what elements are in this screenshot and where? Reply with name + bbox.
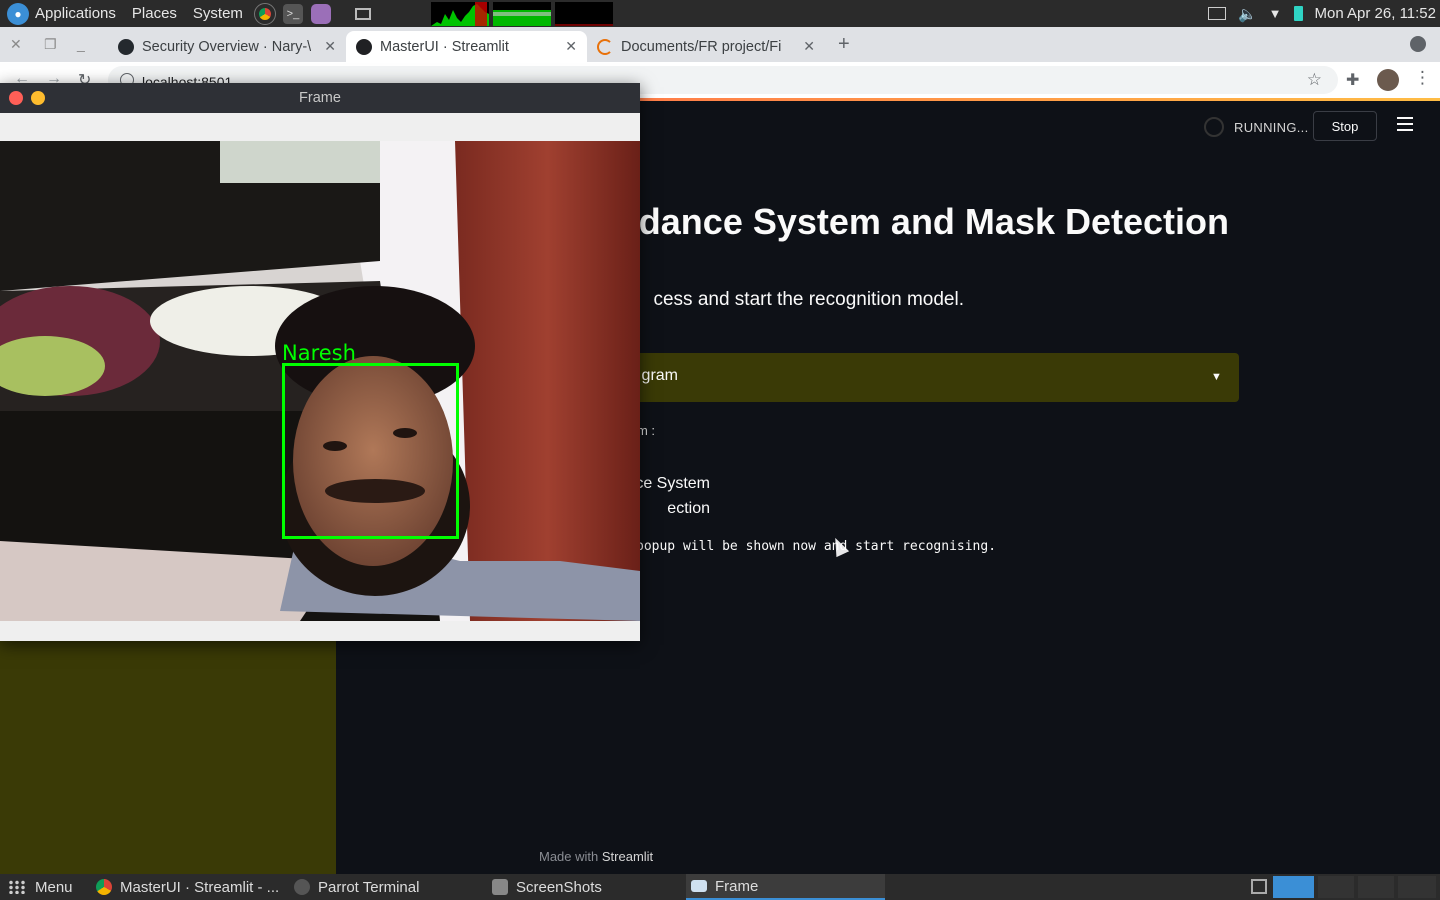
taskbar-item-label: ScreenShots <box>516 878 602 896</box>
bookmark-star-icon[interactable]: ☆ <box>1307 70 1322 90</box>
parrot-logo-icon[interactable]: ● <box>7 2 29 25</box>
cpu-monitor-graph <box>430 1 489 26</box>
tab-close-icon[interactable]: ✕ <box>803 38 815 55</box>
stop-button[interactable]: Stop <box>1313 111 1377 141</box>
folder-icon <box>492 879 508 895</box>
window-restore-icon[interactable]: ❐ <box>44 36 57 53</box>
memory-monitor-graph <box>492 1 551 26</box>
window-close-icon[interactable]: ✕ <box>10 36 22 53</box>
terminal-icon <box>294 879 310 895</box>
workspace-4-thumbnail[interactable] <box>1398 876 1436 898</box>
running-status: RUNNING... <box>1234 120 1309 135</box>
footer-streamlit-link[interactable]: Streamlit <box>602 849 653 864</box>
workspace-2-thumbnail[interactable] <box>1318 876 1354 898</box>
system-top-panel: ● Applications Places System >_ 🔈 ▼ Mon … <box>0 0 1440 27</box>
keyboard-icon[interactable] <box>1207 7 1226 20</box>
frame-statusbar <box>0 621 640 641</box>
taskbar-item-label: Parrot Terminal <box>318 878 420 896</box>
running-icon <box>1204 117 1224 137</box>
tab-close-icon[interactable]: ✕ <box>565 38 577 55</box>
streamlit-icon <box>356 38 372 55</box>
menu-system[interactable]: System <box>193 5 243 22</box>
github-icon <box>118 38 134 55</box>
battery-icon[interactable] <box>1293 6 1303 21</box>
show-desktop-icon[interactable] <box>354 7 371 20</box>
taskbar-item-screenshots[interactable]: ScreenShots <box>492 874 682 900</box>
tab-documents-fr-project[interactable]: Documents/FR project/Fi ✕ <box>587 31 825 62</box>
webcam-feed: Naresh <box>0 141 640 621</box>
tab-search-icon[interactable] <box>1410 36 1426 52</box>
tab-security-overview[interactable]: Security Overview · Nary-\ ✕ <box>108 31 346 62</box>
workspace-3-thumbnail[interactable] <box>1358 876 1394 898</box>
chrome-launcher-icon[interactable] <box>253 2 276 25</box>
tab-label: Documents/FR project/Fi <box>621 38 782 55</box>
wifi-icon[interactable]: ▼ <box>1269 6 1282 21</box>
frame-title: Frame <box>299 90 341 106</box>
taskbar-item-label: Frame <box>715 877 759 895</box>
bottom-taskbar: Menu MasterUI · Streamlit - ... Parrot T… <box>0 874 1440 900</box>
made-with-streamlit-footer: Made with Streamlit <box>539 849 653 864</box>
terminal-launcher-icon[interactable]: >_ <box>282 3 303 24</box>
taskbar-item-label: MasterUI · Streamlit - ... <box>120 878 280 896</box>
window-minimize-icon[interactable]: _ <box>77 36 85 52</box>
clock[interactable]: Mon Apr 26, 11:52 <box>1315 5 1436 22</box>
tab-masterui-streamlit[interactable]: MasterUI · Streamlit ✕ <box>346 31 587 62</box>
tab-label: MasterUI · Streamlit <box>380 38 509 55</box>
frame-toolbar <box>0 113 640 141</box>
volume-icon[interactable]: 🔈 <box>1238 5 1257 23</box>
chevron-down-icon[interactable]: ▼ <box>1211 371 1222 383</box>
chrome-icon <box>96 879 112 895</box>
frame-titlebar[interactable]: Frame <box>0 83 640 113</box>
frame-window[interactable]: Frame Naresh <box>0 83 640 641</box>
profile-avatar[interactable] <box>1377 69 1399 91</box>
window-icon <box>691 880 707 892</box>
loading-spinner-icon <box>597 38 613 55</box>
menu-applications[interactable]: Applications <box>35 5 116 22</box>
taskbar-item-frame[interactable]: Frame <box>686 874 885 900</box>
menu-places[interactable]: Places <box>132 5 177 22</box>
face-detection-box <box>282 363 459 539</box>
status-code-text: popup will be shown now and start recogn… <box>636 539 997 554</box>
text-editor-launcher-icon[interactable] <box>310 3 331 24</box>
new-tab-button[interactable]: + <box>838 33 850 56</box>
hamburger-menu-icon[interactable] <box>1397 117 1413 131</box>
grid-menu-icon <box>8 880 26 894</box>
extensions-icon[interactable]: ✚ <box>1346 70 1359 90</box>
menu-label: Menu <box>35 878 73 896</box>
face-detection-label: Naresh <box>282 341 356 365</box>
network-monitor-graph <box>554 1 613 26</box>
workspace-switcher-icon[interactable] <box>1251 879 1267 894</box>
browser-menu-icon[interactable]: ⋮ <box>1414 68 1431 88</box>
taskbar-item-masterui[interactable]: MasterUI · Streamlit - ... <box>96 874 286 900</box>
tab-label: Security Overview · Nary-\ <box>142 38 312 55</box>
tab-close-icon[interactable]: ✕ <box>324 38 336 55</box>
workspace-1-thumbnail[interactable] <box>1273 876 1314 898</box>
footer-prefix: Made with <box>539 849 599 864</box>
browser-tab-strip: ✕ ❐ _ Security Overview · Nary-\ ✕ Maste… <box>0 27 1440 62</box>
start-menu-button[interactable]: Menu <box>8 874 88 900</box>
taskbar-item-parrot-terminal[interactable]: Parrot Terminal <box>294 874 484 900</box>
